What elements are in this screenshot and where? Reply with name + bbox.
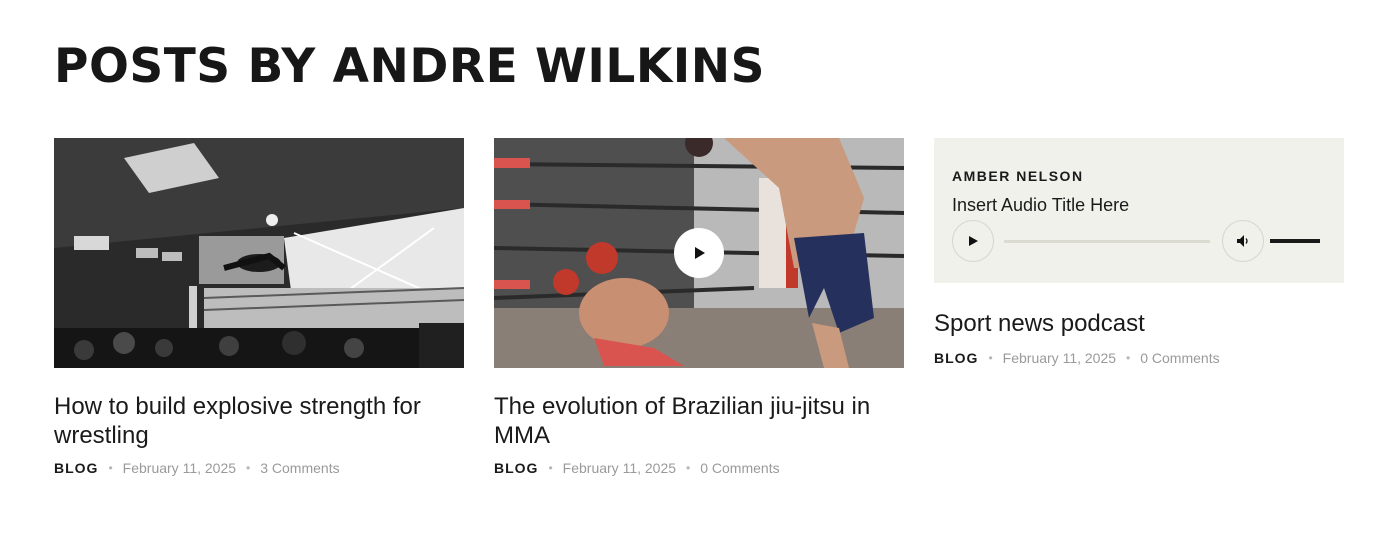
post-card-audio: AMBER NELSON Insert Audio Title Here Spo… (934, 138, 1344, 366)
audio-track-title: Insert Audio Title Here (952, 195, 1130, 215)
post-date: February 11, 2025 (562, 460, 677, 476)
play-icon (695, 247, 705, 259)
volume-icon (1237, 235, 1248, 247)
meta-separator: • (108, 461, 113, 475)
post-title[interactable]: Sport news podcast (934, 309, 1344, 338)
post-category-link[interactable]: BLOG (934, 350, 978, 366)
mute-button[interactable] (1222, 220, 1264, 262)
post-card: The evolution of Brazilian jiu-jitsu in … (494, 138, 904, 476)
post-comments-link[interactable]: 3 Comments (260, 460, 339, 476)
post-comments-link[interactable]: 0 Comments (700, 460, 779, 476)
post-category-link[interactable]: BLOG (54, 460, 98, 476)
volume-slider[interactable] (1270, 239, 1320, 243)
wrestling-arena-image (54, 138, 464, 368)
audio-progress-bar[interactable] (1004, 240, 1210, 243)
audio-player: AMBER NELSON Insert Audio Title Here (934, 138, 1344, 283)
post-meta: BLOG • February 11, 2025 • 0 Comments (934, 350, 1344, 366)
volume-fill (1270, 239, 1320, 243)
audio-controls (952, 220, 1324, 262)
post-thumbnail-boxing[interactable] (494, 138, 904, 368)
video-play-button[interactable] (674, 228, 724, 278)
meta-separator: • (246, 461, 251, 475)
post-meta: BLOG • February 11, 2025 • 0 Comments (494, 460, 904, 476)
post-category-link[interactable]: BLOG (494, 460, 538, 476)
post-meta: BLOG • February 11, 2025 • 3 Comments (54, 460, 464, 476)
page-title: POSTS BY ANDRE WILKINS (54, 39, 765, 94)
post-date: February 11, 2025 (1002, 350, 1117, 366)
meta-separator: • (988, 351, 993, 365)
play-icon (969, 236, 978, 246)
audio-artist: AMBER NELSON (952, 168, 1084, 184)
meta-separator: • (686, 461, 691, 475)
audio-play-button[interactable] (952, 220, 994, 262)
post-card: How to build explosive strength for wres… (54, 138, 464, 476)
post-date: February 11, 2025 (122, 460, 237, 476)
post-comments-link[interactable]: 0 Comments (1140, 350, 1219, 366)
meta-separator: • (1126, 351, 1131, 365)
post-title[interactable]: How to build explosive strength for wres… (54, 392, 464, 450)
post-title[interactable]: The evolution of Brazilian jiu-jitsu in … (494, 392, 904, 450)
post-thumbnail-wrestling[interactable] (54, 138, 464, 368)
meta-separator: • (548, 461, 553, 475)
